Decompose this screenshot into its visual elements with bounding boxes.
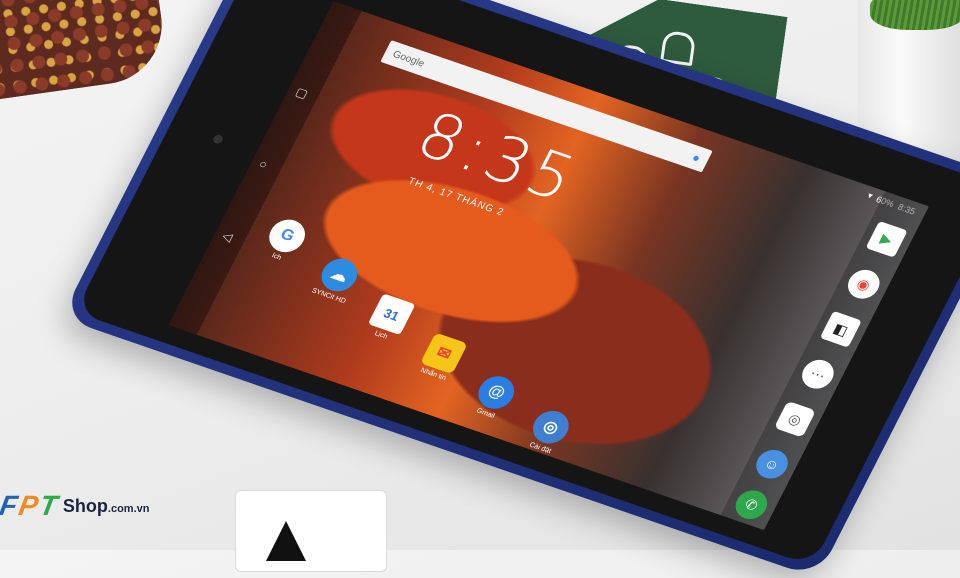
patterned-cushion [0, 0, 170, 104]
app-settings[interactable]: ◎ Cài đặt [514, 403, 583, 460]
side-dock: ▶ ◉ ◧ ⋯ ◎ ☺ ✆ [720, 191, 930, 531]
camera-icon[interactable]: ◎ [773, 400, 817, 438]
back-icon[interactable]: ◁ [220, 229, 235, 245]
chrome-icon[interactable]: ◉ [842, 265, 885, 303]
tablet-device: ▢ ○ ◁ ▾ 60% 8:35 Google ● 8:35 TH 4, 17 … [60, 0, 960, 578]
front-camera [211, 133, 225, 145]
dolby-icon[interactable]: ◧ [819, 310, 862, 348]
grass-plant [870, 0, 960, 30]
recent-apps-icon[interactable]: ▢ [293, 85, 310, 101]
app-syncit[interactable]: ☁ SYNCit HD [302, 251, 371, 308]
domain-label: .com.vn [107, 502, 150, 515]
paper-card [235, 490, 387, 572]
app-email[interactable]: @ Gmail [459, 369, 528, 426]
app-messages[interactable]: ✉ Nhắn tin [407, 330, 476, 387]
app-calendar[interactable]: 31 Lịch [355, 290, 424, 347]
shop-domain: Shop.com.vn [63, 496, 150, 517]
tablet-screen: ▢ ○ ◁ ▾ 60% 8:35 Google ● 8:35 TH 4, 17 … [168, 1, 930, 531]
phone-icon[interactable]: ✆ [730, 486, 773, 524]
wifi-icon: ▾ [865, 190, 875, 201]
tablet-bezel: ▢ ○ ◁ ▾ 60% 8:35 Google ● 8:35 TH 4, 17 … [74, 0, 960, 566]
home-icon[interactable]: ○ [257, 157, 270, 172]
fpt-shop-logo: F P T Shop.com.vn [0, 490, 149, 522]
brand-letter-t: T [37, 490, 60, 521]
app-google[interactable]: G ích [250, 212, 319, 269]
mic-icon[interactable]: ● [690, 150, 703, 165]
contacts-icon[interactable]: ☺ [750, 445, 794, 483]
google-logo: Google [390, 48, 427, 70]
app-drawer-icon[interactable]: ⋯ [796, 355, 839, 393]
shop-label: Shop [62, 495, 108, 516]
fpt-wordmark: F P T [0, 490, 60, 522]
play-store-icon[interactable]: ▶ [865, 220, 908, 258]
